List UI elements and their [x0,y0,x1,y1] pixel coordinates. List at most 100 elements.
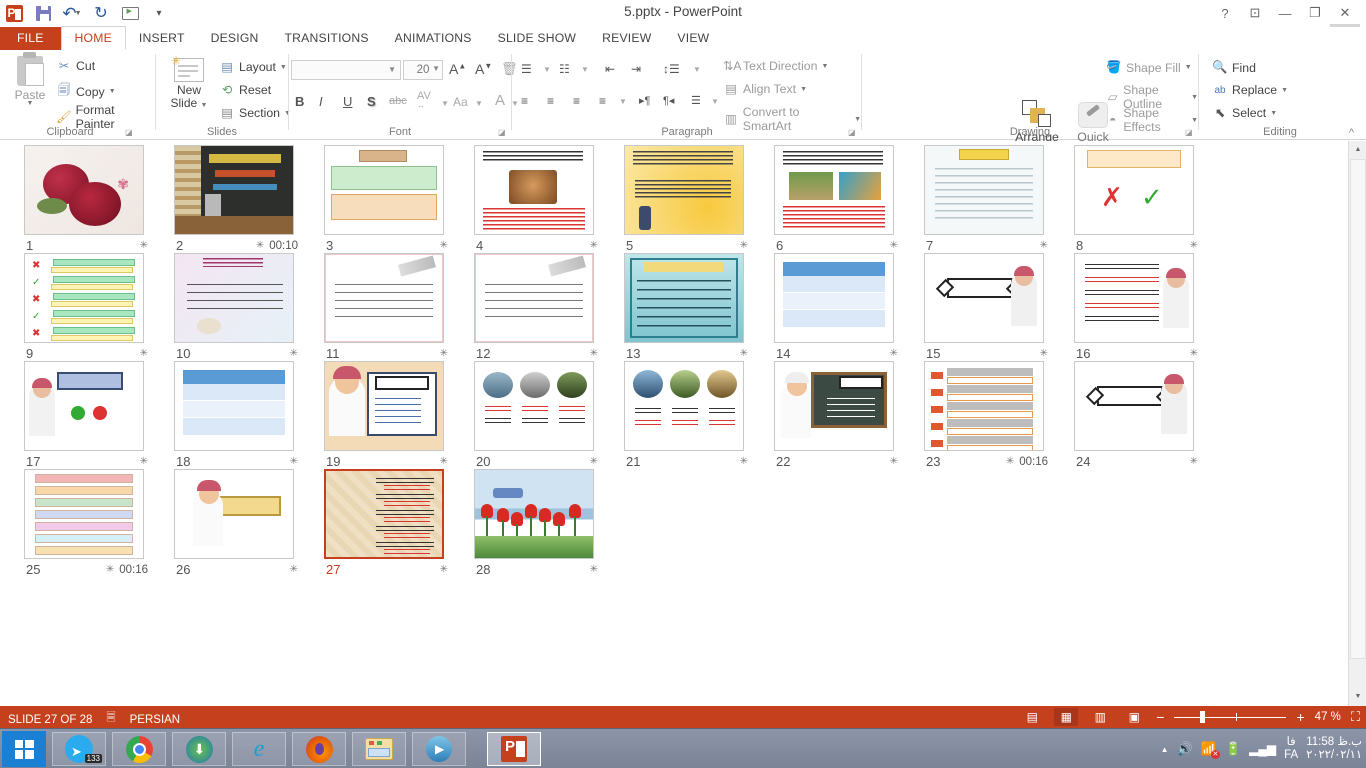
tab-animations[interactable]: ANIMATIONS [382,27,485,50]
slide-thumbnail-18[interactable]: 18✳ [162,361,312,469]
animation-star-icon[interactable]: ✳ [1040,240,1048,251]
drawing-dialog-launcher[interactable]: ◪ [1185,128,1194,137]
slide-thumbnail-image[interactable] [924,145,1044,235]
animation-star-icon[interactable]: ✳ [256,240,264,251]
slide-thumbnail-image[interactable] [174,145,294,235]
layout-button[interactable]: ▤ Layout ▼ [219,60,287,74]
tab-transitions[interactable]: TRANSITIONS [272,27,382,50]
animation-star-icon[interactable]: ✳ [140,240,148,251]
zoom-slider[interactable] [1174,708,1286,726]
animation-star-icon[interactable]: ✳ [1006,456,1014,467]
slide-thumbnail-image[interactable] [1074,361,1194,451]
tab-review[interactable]: REVIEW [589,27,664,50]
slide-thumbnail-image[interactable] [174,469,294,559]
animation-star-icon[interactable]: ✳ [590,564,598,575]
slide-thumbnail-4[interactable]: 4✳ [462,145,612,253]
character-spacing-button[interactable]: AV↔ [417,92,431,110]
language-indicator[interactable]: PERSIAN [130,714,181,726]
line-spacing-button[interactable]: ↕☰ [663,62,680,76]
slide-thumbnail-21[interactable]: 21✳ [612,361,762,469]
text-direction-button[interactable]: ⇅A Text Direction ▼ [723,59,828,73]
character-spacing-chevron-icon[interactable]: ▼ [441,99,449,108]
numbering-button[interactable]: ☷ [559,62,570,76]
paste-button[interactable]: Paste ▼ [8,56,52,107]
text-shadow-button[interactable]: S [367,94,376,109]
change-case-button[interactable]: Aa [453,95,468,109]
animation-star-icon[interactable]: ✳ [290,456,298,467]
align-text-button[interactable]: ▤ Align Text ▼ [723,82,807,96]
ribbon-display-options-icon[interactable]: ⊡ [1240,3,1270,23]
justify-button[interactable]: ≡ [599,94,606,108]
font-name-input[interactable]: ▼ [291,60,401,80]
slide-thumbnail-10[interactable]: 10✳ [162,253,312,361]
tab-view[interactable]: VIEW [664,27,722,50]
animation-star-icon[interactable]: ✳ [140,348,148,359]
zoom-out-button[interactable]: − [1156,709,1164,725]
slide-thumbnail-image[interactable] [624,361,744,451]
telegram-taskbar-icon[interactable]: ➤ 133 [52,732,106,766]
slide-thumbnail-image[interactable] [624,253,744,343]
fit-to-window-icon[interactable]: ⛶ [1351,709,1360,725]
internet-download-manager-taskbar-icon[interactable]: ⬇ [172,732,226,766]
justify-chevron-icon[interactable]: ▼ [619,97,627,106]
file-explorer-taskbar-icon[interactable] [352,732,406,766]
section-button[interactable]: ▤ Section ▼ [219,106,291,120]
paragraph-dialog-launcher[interactable]: ◪ [848,128,857,137]
scroll-down-arrow-icon[interactable]: ▼ [1349,688,1366,706]
collapse-ribbon-button[interactable]: ^ [1349,127,1354,139]
minimize-button[interactable]: — [1270,3,1300,23]
numbering-chevron-icon[interactable]: ▼ [581,65,589,74]
slide-thumbnail-13[interactable]: 13✳ [612,253,762,361]
new-slide-button[interactable]: ✳ NewSlide ▼ [163,58,215,112]
network-error-icon[interactable]: 📶✕ [1201,741,1217,757]
animation-star-icon[interactable]: ✳ [590,240,598,251]
slide-thumbnail-image[interactable] [174,253,294,343]
animation-star-icon[interactable]: ✳ [590,348,598,359]
slide-thumbnail-image[interactable] [24,469,144,559]
align-left-button[interactable]: ≡ [521,94,528,108]
battery-icon[interactable]: 🔋 [1225,741,1241,757]
grow-font-button[interactable]: A▲ [449,61,466,77]
slide-thumbnail-2[interactable]: 2✳00:10 [162,145,312,253]
clock[interactable]: 11:58 ب.ظ ۲۰۲۲/۰۲/۱۱ [1306,736,1362,762]
slide-thumbnail-image[interactable] [474,145,594,235]
slide-thumbnail-20[interactable]: 20✳ [462,361,612,469]
show-hidden-icons-icon[interactable]: ▲ [1161,745,1169,754]
slide-thumbnail-26[interactable]: 26✳ [162,469,312,577]
align-right-button[interactable]: ≡ [573,94,580,108]
slide-thumbnail-23[interactable]: 23✳00:16 [912,361,1062,469]
animation-star-icon[interactable]: ✳ [106,564,114,575]
strikethrough-button[interactable]: abc [389,95,407,107]
clipboard-dialog-launcher[interactable]: ◪ [125,128,134,137]
animation-star-icon[interactable]: ✳ [440,240,448,251]
tab-design[interactable]: DESIGN [198,27,272,50]
slide-thumbnail-image[interactable] [324,469,444,559]
slide-thumbnail-9[interactable]: ✖ ✓ ✖ ✓ ✖9✳ [12,253,162,361]
tab-slide-show[interactable]: SLIDE SHOW [485,27,590,50]
slide-thumbnail-3[interactable]: 3✳ [312,145,462,253]
slide-sorter-view-icon[interactable]: ▦ [1054,708,1078,726]
slide-thumbnail-image[interactable] [324,361,444,451]
animation-star-icon[interactable]: ✳ [440,564,448,575]
animation-star-icon[interactable]: ✳ [440,456,448,467]
animation-star-icon[interactable]: ✳ [440,348,448,359]
find-button[interactable]: 🔍 Find [1212,60,1256,75]
animation-star-icon[interactable]: ✳ [890,348,898,359]
chevron-down-icon[interactable]: ▼ [109,88,116,95]
slide-thumbnail-image[interactable] [774,361,894,451]
normal-view-icon[interactable]: ▤ [1020,708,1044,726]
change-case-chevron-icon[interactable]: ▼ [475,99,483,108]
copy-button[interactable]: 🗐 Copy ▼ [56,81,116,102]
animation-star-icon[interactable]: ✳ [740,348,748,359]
slide-thumbnail-8[interactable]: ✗ ✓8✳ [1062,145,1212,253]
shape-fill-button[interactable]: 🪣 Shape Fill ▼ [1106,60,1192,75]
columns-chevron-icon[interactable]: ▼ [711,97,719,106]
reading-view-icon[interactable]: ▥ [1088,708,1112,726]
help-icon[interactable]: ? [1210,3,1240,23]
slide-thumbnail-11[interactable]: 11✳ [312,253,462,361]
animation-star-icon[interactable]: ✳ [1190,348,1198,359]
powerpoint-taskbar-icon[interactable]: P [487,732,541,766]
slide-thumbnail-14[interactable]: 14✳ [762,253,912,361]
animation-star-icon[interactable]: ✳ [140,456,148,467]
tab-file[interactable]: FILE [0,27,61,50]
